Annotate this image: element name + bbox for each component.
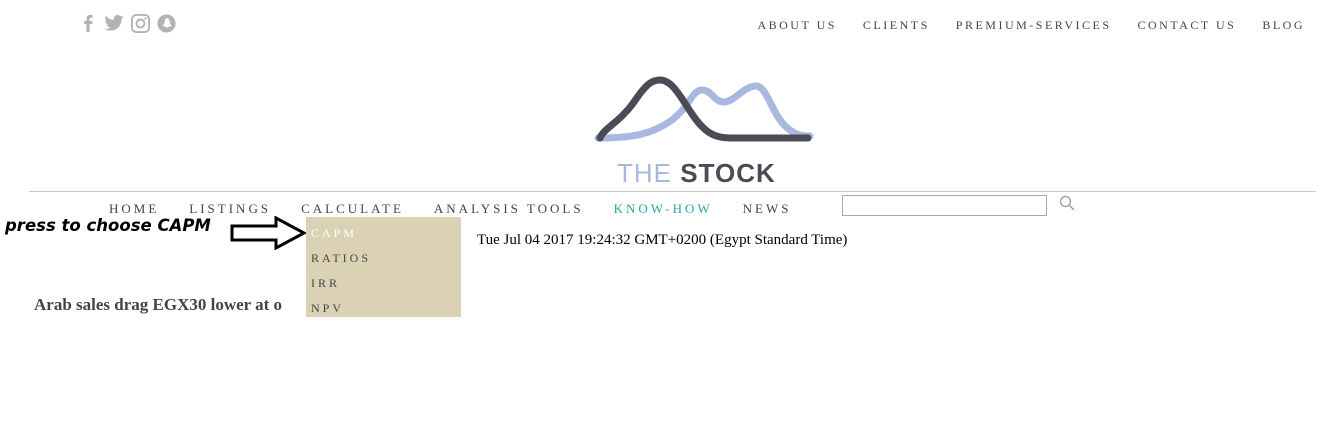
news-headline[interactable]: Arab sales drag EGX30 lower at o	[34, 295, 306, 315]
nav-know-how[interactable]: KNOW-HOW	[614, 201, 713, 217]
current-datetime: Tue Jul 04 2017 19:24:32 GMT+0200 (Egypt…	[477, 232, 848, 248]
logo-wordmark[interactable]: THE STOCK	[617, 158, 776, 189]
instagram-icon[interactable]	[130, 12, 150, 34]
nav-news[interactable]: NEWS	[743, 201, 792, 217]
menu-item-capm[interactable]: CAPM	[311, 226, 357, 241]
topnav-blog[interactable]: BLOG	[1262, 18, 1305, 33]
arrow-right-icon	[230, 216, 306, 250]
social-links	[78, 12, 176, 34]
divider	[29, 191, 1316, 192]
nav-analysis-tools[interactable]: ANALYSIS TOOLS	[434, 201, 584, 217]
topnav-about-us[interactable]: ABOUT US	[757, 18, 836, 33]
topnav-contact-us[interactable]: CONTACT US	[1138, 18, 1237, 33]
twitter-icon[interactable]	[104, 12, 124, 34]
menu-item-irr[interactable]: IRR	[311, 276, 340, 291]
nav-home[interactable]: HOME	[109, 201, 159, 217]
menu-item-npv[interactable]: NPV	[311, 301, 344, 316]
top-nav: ABOUT US CLIENTS PREMIUM-SERVICES CONTAC…	[757, 18, 1305, 33]
menu-item-ratios[interactable]: RATIOS	[311, 251, 371, 266]
topnav-premium-services[interactable]: PREMIUM-SERVICES	[956, 18, 1112, 33]
annotation-text: press to choose CAPM	[5, 216, 211, 235]
snapchat-icon[interactable]	[156, 12, 176, 34]
nav-calculate[interactable]: CALCULATE	[301, 201, 404, 217]
logo-the-text: THE	[617, 158, 672, 188]
search-input[interactable]	[842, 195, 1047, 216]
page: ABOUT US CLIENTS PREMIUM-SERVICES CONTAC…	[0, 0, 1343, 427]
logo-stock-text: STOCK	[680, 158, 776, 188]
calculate-dropdown-menu: CAPM RATIOS IRR NPV	[306, 217, 461, 317]
main-nav: HOME LISTINGS CALCULATE ANALYSIS TOOLS K…	[109, 201, 792, 217]
facebook-icon[interactable]	[78, 12, 98, 34]
search-icon[interactable]	[1059, 195, 1075, 211]
nav-listings[interactable]: LISTINGS	[189, 201, 271, 217]
topnav-clients[interactable]: CLIENTS	[863, 18, 930, 33]
